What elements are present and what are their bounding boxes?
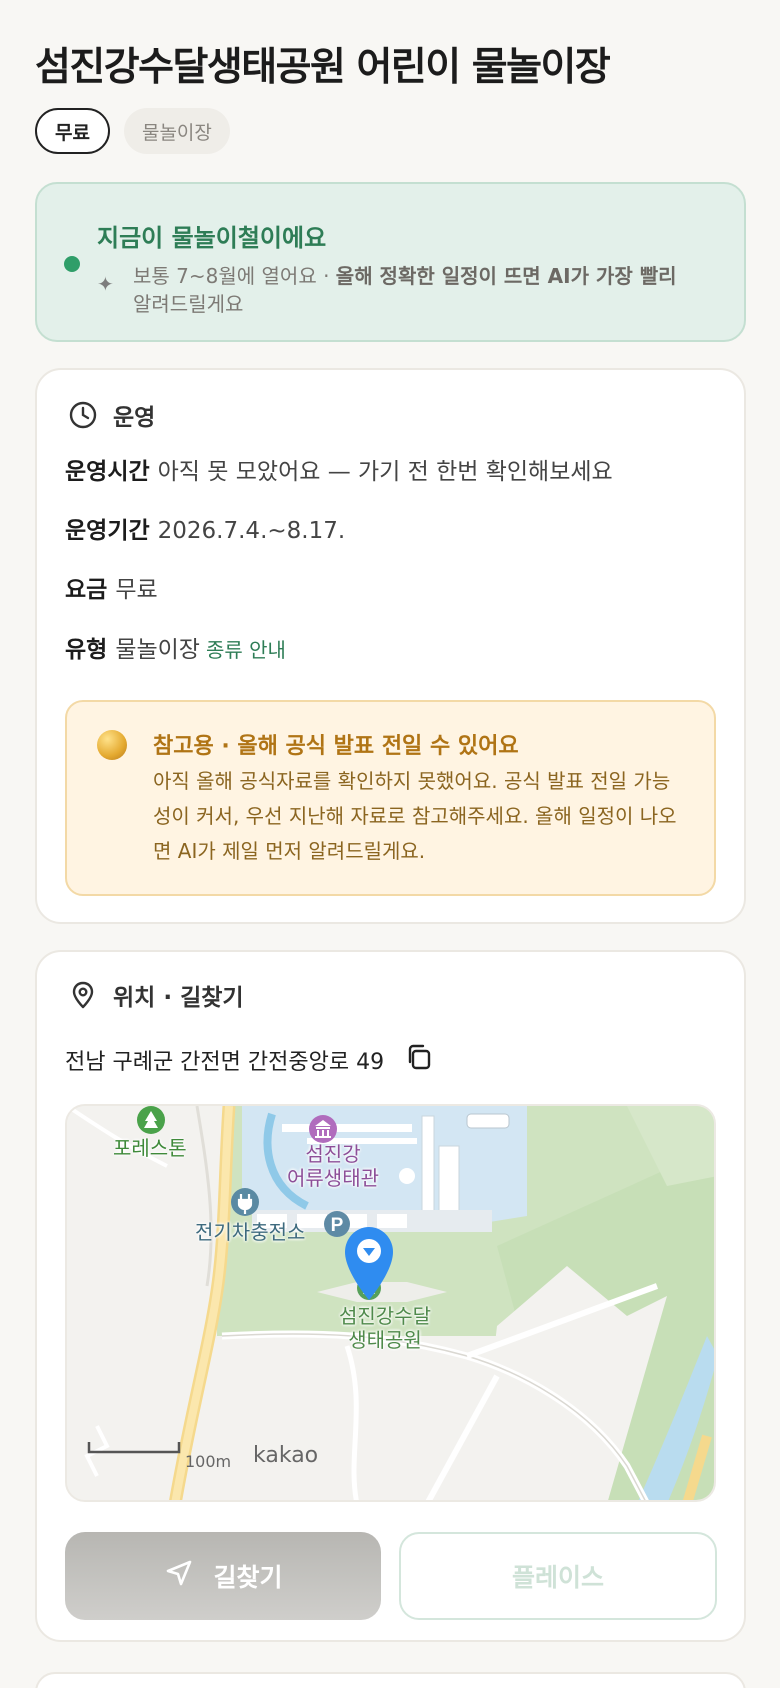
museum-line1: 섬진강 [305, 1142, 361, 1166]
info-row-fee: 요금 무료 [65, 570, 158, 604]
map-scale-label: 100m [185, 1452, 232, 1471]
page-title: 섬진강수달생태공원 어린이 물놀이장 [35, 45, 611, 90]
season-text-plain: 보통 7~8월에 열어요 · [133, 264, 336, 288]
season-title: 지금이 물놀이철이에요 [97, 224, 327, 252]
info-value: 아직 못 모았어요 — 가기 전 한번 확인해보세요 [157, 459, 613, 485]
info-value: 2026.7.4.~8.17. [157, 518, 346, 544]
operation-header: 운영 [67, 398, 155, 432]
info-row-type: 유형 물놀이장 종류 안내 [65, 630, 286, 664]
location-card: 위치 · 길찾기 전남 구례군 간전면 간전중앙로 49 P 포레스톤 섬진강 … [35, 950, 746, 1642]
reference-notice: 참고용 · 올해 공식 발표 전일 수 있어요 아직 올해 공식자료를 확인하지… [65, 700, 716, 896]
location-pin-icon [67, 979, 99, 1011]
directions-label: 길찾기 [213, 1563, 283, 1592]
directions-button[interactable]: 길찾기 [65, 1532, 381, 1620]
address-row: 전남 구례군 간전면 간전중앙로 49 [65, 1042, 434, 1078]
map-brand-logo: kakao [253, 1443, 319, 1468]
season-text-tail: 알려드릴게요 [133, 292, 244, 316]
map-label-ev-station[interactable]: 전기차충전소 [195, 1220, 305, 1244]
info-row-period: 운영기간 2026.7.4.~8.17. [65, 511, 345, 545]
map-view[interactable]: P 포레스톤 섬진강 어류생태관 전기차충전소 섬진강수달 생태공원 100m ka… [65, 1104, 716, 1502]
page: 섬진강수달생태공원 어린이 물놀이장 무료 물놀이장 지금이 물놀이철이에요 ✦… [0, 0, 780, 1688]
map-label-forest[interactable]: 포레스톤 [113, 1136, 187, 1160]
info-row-hours: 운영시간 아직 못 모았어요 — 가기 전 한번 확인해보세요 [65, 452, 613, 486]
tag-list: 무료 물놀이장 [35, 108, 230, 154]
info-key: 요금 [65, 577, 108, 603]
place-button[interactable]: 플레이스 [399, 1532, 717, 1620]
notice-body: 아직 올해 공식자료를 확인하지 못했어요. 공식 발표 전일 가능성이 커서,… [153, 769, 677, 863]
next-card-peek [35, 1672, 746, 1688]
map-label-park[interactable]: 섬진강수달 생태공원 [339, 1304, 431, 1352]
type-guide-link[interactable]: 종류 안내 [206, 638, 286, 662]
tag-water-play[interactable]: 물놀이장 [123, 108, 230, 154]
info-key: 유형 [65, 637, 108, 663]
address-text: 전남 구례군 간전면 간전중앙로 49 [65, 1050, 385, 1075]
park-line2: 생태공원 [348, 1328, 422, 1352]
tag-free[interactable]: 무료 [35, 108, 110, 154]
park-line1: 섬진강수달 [339, 1304, 431, 1328]
map-label-museum[interactable]: 섬진강 어류생태관 [287, 1142, 379, 1190]
season-text: 보통 7~8월에 열어요 · 올해 정확한 일정이 뜨면 AI가 가장 빨리알려… [133, 262, 723, 318]
status-dot [64, 256, 80, 272]
info-key: 운영기간 [65, 518, 150, 544]
season-text-bold: 올해 정확한 일정이 뜨면 AI가 가장 빨리 [335, 264, 677, 288]
copy-icon[interactable] [404, 1042, 434, 1078]
info-value: 물놀이장 [115, 637, 200, 663]
clock-icon [67, 399, 99, 431]
info-key: 운영시간 [65, 459, 150, 485]
museum-line2: 어류생태관 [287, 1166, 379, 1190]
place-label: 플레이스 [511, 1563, 604, 1592]
season-banner: 지금이 물놀이철이에요 ✦ 보통 7~8월에 열어요 · 올해 정확한 일정이 … [35, 182, 746, 342]
operation-card: 운영 운영시간 아직 못 모았어요 — 가기 전 한번 확인해보세요 운영기간 20… [35, 368, 746, 924]
svg-text:P: P [331, 1215, 344, 1236]
sun-icon [97, 730, 127, 760]
sparkle-icon: ✦ [97, 272, 114, 296]
info-value: 무료 [115, 577, 158, 603]
navigation-arrow-icon [163, 1557, 195, 1595]
location-title: 위치 · 길찾기 [113, 985, 244, 1011]
operation-title: 운영 [113, 405, 156, 431]
location-header: 위치 · 길찾기 [67, 978, 244, 1012]
notice-title: 참고용 · 올해 공식 발표 전일 수 있어요 [153, 734, 519, 759]
